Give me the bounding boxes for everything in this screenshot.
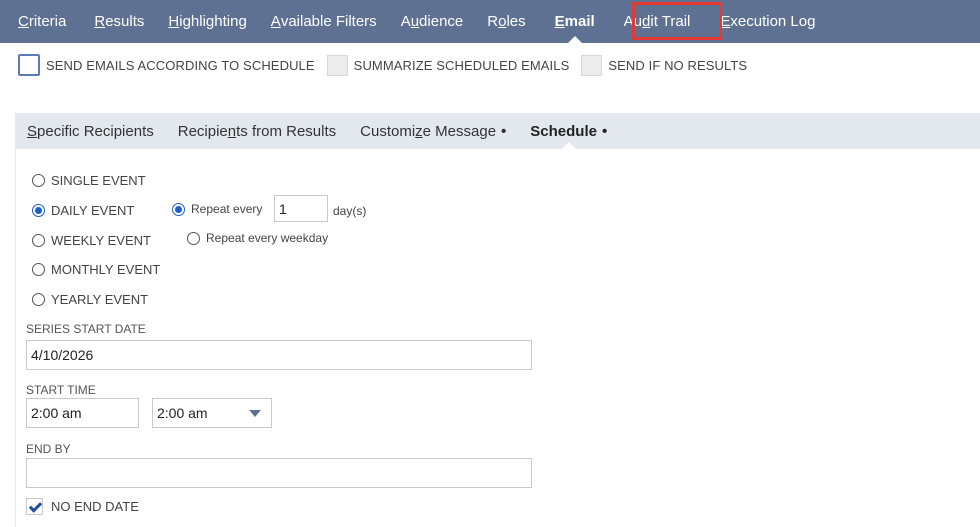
no-end-date-option: NO END DATE [26,498,139,515]
subtab-customize-message-post: e Message [422,122,497,140]
no-end-date-checkbox[interactable] [26,498,43,515]
monthly-event-label: MONTHLY EVENT [51,262,161,277]
tab-roles[interactable]: Ro les [475,0,537,43]
tab-roles-label-pre: R [487,13,499,30]
top-tab-bar: Criteria Results Highlighting Available … [0,0,980,43]
repeat-weekday-option: Repeat every weekday [187,231,328,245]
subtab-recipients-from-results-ul: n [227,122,237,140]
yearly-event-label: YEARLY EVENT [51,292,149,307]
send-according-option: SEND EMAILS ACCORDING TO SCHEDULE [18,54,315,76]
subtab-customize-message-pre: Customi [360,122,416,140]
chevron-down-icon [249,410,261,417]
repeat-weekday-label: Repeat every weekday [206,231,329,245]
tab-criteria-label-ul: C [18,13,29,30]
tab-audience-label-post: dience [419,13,464,30]
tab-results-label-ul: R [94,13,106,30]
subtab-specific-recipients-ul: S [27,122,38,140]
start-time-label: START TIME [26,383,96,397]
tab-criteria-label-post: riteria [28,13,67,30]
send-according-label: SEND EMAILS ACCORDING TO SCHEDULE [46,57,315,73]
subtab-schedule[interactable]: Schedule • [518,113,619,149]
no-end-date-label: NO END DATE [51,499,139,514]
tab-email[interactable]: Email [538,0,612,43]
series-start-date-value: 4/10/2026 [31,347,94,363]
email-options-row: SEND EMAILS ACCORDING TO SCHEDULE SUMMAR… [18,54,759,76]
tab-results[interactable]: Results [78,0,156,43]
start-time-select[interactable]: 2:00 am [152,398,272,428]
tab-email-label-post: mail [564,13,595,30]
tab-criteria[interactable]: Criteria [0,0,78,43]
repeat-every-radio[interactable] [172,202,185,216]
start-time-select-value: 2:00 am [157,405,208,421]
tab-highlighting[interactable]: Highlighting [156,0,258,43]
series-start-date-input[interactable]: 4/10/2026 [26,340,532,370]
series-start-date-label: SERIES START DATE [26,322,146,336]
modified-dot-icon: • [601,122,608,140]
days-unit: day(s) [333,204,366,218]
tab-execution-log-label-ul: E [720,13,731,30]
weekly-event-radio[interactable] [32,234,45,247]
repeat-every-label: Repeat every [191,202,263,216]
tab-execution-log-label-post: xecution Log [730,13,816,30]
tab-audience[interactable]: Au dience [389,0,476,43]
repeat-days-value: 1 [279,200,287,217]
summarize-label: SUMMARIZE SCHEDULED EMAILS [353,57,570,73]
repeat-days-input[interactable]: 1 [274,195,328,222]
daily-event-option: DAILY EVENT [32,203,134,218]
tab-available-filters-label-ul: A [270,13,281,30]
tab-email-label-ul: E [554,13,565,30]
tab-execution-log[interactable]: Execution Log [702,0,827,43]
tab-highlighting-label-ul: H [168,13,180,30]
single-event-label: SINGLE EVENT [51,173,146,188]
single-event-option: SINGLE EVENT [32,173,146,188]
active-tab-caret-icon [567,36,582,43]
repeat-weekday-radio[interactable] [187,231,200,245]
send-if-no-results-label: SEND IF NO RESULTS [608,57,748,73]
yearly-event-radio[interactable] [32,293,45,306]
start-time-value: 2:00 am [31,405,82,421]
subtab-specific-recipients-post: pecific Recipients [37,122,154,140]
summarize-option: SUMMARIZE SCHEDULED EMAILS [326,54,570,76]
subtab-recipients-from-results-pre: Recipie [177,122,228,140]
tab-roles-label-post: les [506,13,526,30]
tab-available-filters[interactable]: Available Filters [259,0,389,43]
weekly-event-option: WEEKLY EVENT [32,233,151,248]
weekly-event-label: WEEKLY EVENT [51,233,151,248]
monthly-event-radio[interactable] [32,263,45,276]
tab-audit-trail[interactable]: Au d it Trail [612,0,703,43]
summarize-checkbox[interactable] [326,54,348,76]
subtab-recipients-from-results-post: ts from Results [236,122,337,140]
panel-left-border [15,149,16,527]
send-if-no-results-checkbox[interactable] [581,54,603,76]
send-according-checkbox[interactable] [18,54,40,76]
subtab-customize-message[interactable]: Customi z e Message • [348,113,518,149]
monthly-event-option: MONTHLY EVENT [32,262,160,277]
tab-results-label-post: esults [105,13,145,30]
tab-audit-trail-label-ul: d [642,13,651,30]
yearly-event-option: YEARLY EVENT [32,292,148,307]
tab-audit-trail-label-post: it Trail [650,13,691,30]
active-subtab-caret-icon [561,142,576,149]
subtab-customize-message-ul: z [415,122,423,140]
start-time-input[interactable]: 2:00 am [26,398,139,428]
days-unit-label: day(s) [333,204,367,218]
email-subtab-bar: Specific Recipients Recipie n ts from Resu… [15,113,980,149]
tab-audience-label-pre: A [400,13,411,30]
subtab-schedule-label: Schedule [530,122,597,140]
modified-dot-icon: • [501,122,507,140]
tab-highlighting-label-post: ighlighting [179,13,247,30]
end-by-input[interactable] [26,458,532,488]
repeat-every-option: Repeat every [172,202,262,216]
daily-event-radio[interactable] [32,204,45,217]
tab-audit-trail-label-pre: Au [623,13,643,30]
send-if-no-results-option: SEND IF NO RESULTS [581,54,748,76]
tab-roles-label-ul: o [498,13,507,30]
subtab-specific-recipients[interactable]: Specific Recipients [15,113,166,149]
daily-event-label: DAILY EVENT [51,203,135,218]
tab-audience-label-ul: u [410,13,420,30]
tab-available-filters-label-post: vailable Filters [280,13,377,30]
single-event-radio[interactable] [32,174,45,187]
subtab-recipients-from-results[interactable]: Recipie n ts from Results [166,113,348,149]
end-by-label: END BY [26,442,71,456]
